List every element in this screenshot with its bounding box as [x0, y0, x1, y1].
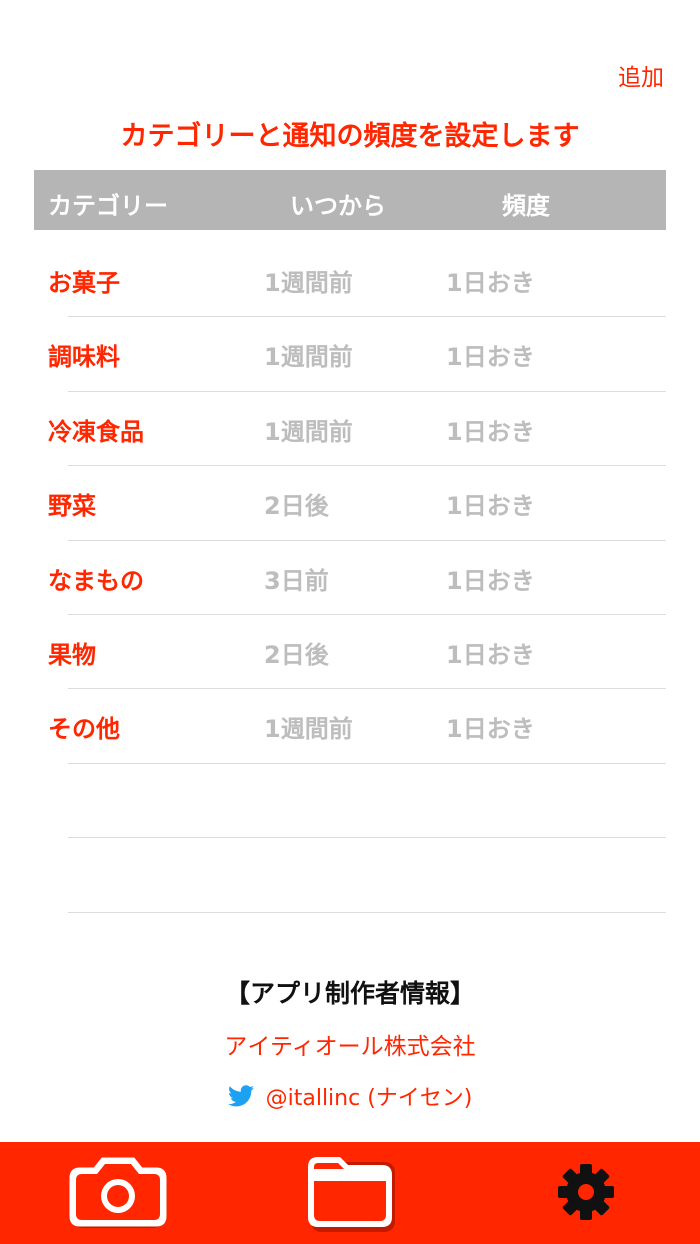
- row-frequency: 1日おき: [446, 715, 535, 744]
- row-from: 1週間前: [264, 715, 353, 744]
- gear-icon: [556, 1162, 616, 1226]
- table-row[interactable]: 果物 2日後 1日おき: [0, 615, 700, 690]
- column-header-from: いつから: [290, 192, 386, 220]
- row-category: 果物: [48, 640, 96, 669]
- twitter-bird-icon: [227, 1085, 254, 1107]
- empty-table-row[interactable]: [0, 764, 700, 839]
- tab-bar: [0, 1142, 700, 1244]
- row-category: お菓子: [48, 269, 120, 297]
- row-frequency: 1日おき: [446, 566, 535, 595]
- twitter-link[interactable]: @itallinc (ナイセン): [0, 1080, 700, 1112]
- row-from: 2日後: [264, 640, 329, 669]
- camera-icon: [66, 1152, 170, 1236]
- folder-icon: [302, 1151, 398, 1237]
- tab-folder[interactable]: [302, 1152, 398, 1236]
- table-header: カテゴリー いつから 頻度: [34, 170, 666, 230]
- page-title: カテゴリーと通知の頻度を設定します: [120, 121, 580, 152]
- column-header-category: カテゴリー: [48, 192, 168, 220]
- row-from: 3日前: [264, 566, 329, 595]
- twitter-handle: @itallinc (ナイセン): [265, 1086, 473, 1111]
- row-from: 1週間前: [264, 417, 353, 446]
- table-row[interactable]: その他 1週間前 1日おき: [0, 689, 700, 765]
- table-row[interactable]: 冷凍食品 1週間前 1日おき: [0, 392, 700, 467]
- row-category: 野菜: [48, 492, 96, 521]
- row-from: 1週間前: [264, 269, 353, 297]
- empty-table-row[interactable]: [0, 838, 700, 913]
- row-category: なまもの: [48, 566, 144, 595]
- row-frequency: 1日おき: [446, 640, 535, 669]
- row-frequency: 1日おき: [446, 343, 535, 372]
- table-row[interactable]: 調味料 1週間前 1日おき: [0, 317, 700, 393]
- tab-settings[interactable]: [548, 1152, 624, 1236]
- company-link[interactable]: アイティオール株式会社: [0, 1027, 700, 1061]
- row-from: 2日後: [264, 492, 329, 521]
- row-category: 調味料: [48, 343, 120, 372]
- table-row[interactable]: お菓子 1週間前 1日おき: [0, 243, 700, 318]
- row-frequency: 1日おき: [446, 269, 535, 297]
- row-frequency: 1日おき: [446, 417, 535, 446]
- table-row[interactable]: なまもの 3日前 1日おき: [0, 541, 700, 616]
- table-row[interactable]: 野菜 2日後 1日おき: [0, 466, 700, 541]
- category-table: お菓子 1週間前 1日おき 調味料 1週間前 1日おき 冷凍食品 1週間前 1日…: [0, 243, 700, 913]
- column-header-frequency: 頻度: [502, 192, 550, 220]
- add-button[interactable]: 追加: [618, 58, 664, 92]
- row-from: 1週間前: [264, 343, 353, 372]
- tab-camera[interactable]: [66, 1152, 170, 1236]
- row-category: 冷凍食品: [48, 417, 144, 446]
- row-category: その他: [48, 715, 120, 744]
- row-frequency: 1日おき: [446, 492, 535, 521]
- credits-title: 【アプリ制作者情報】: [224, 979, 475, 1008]
